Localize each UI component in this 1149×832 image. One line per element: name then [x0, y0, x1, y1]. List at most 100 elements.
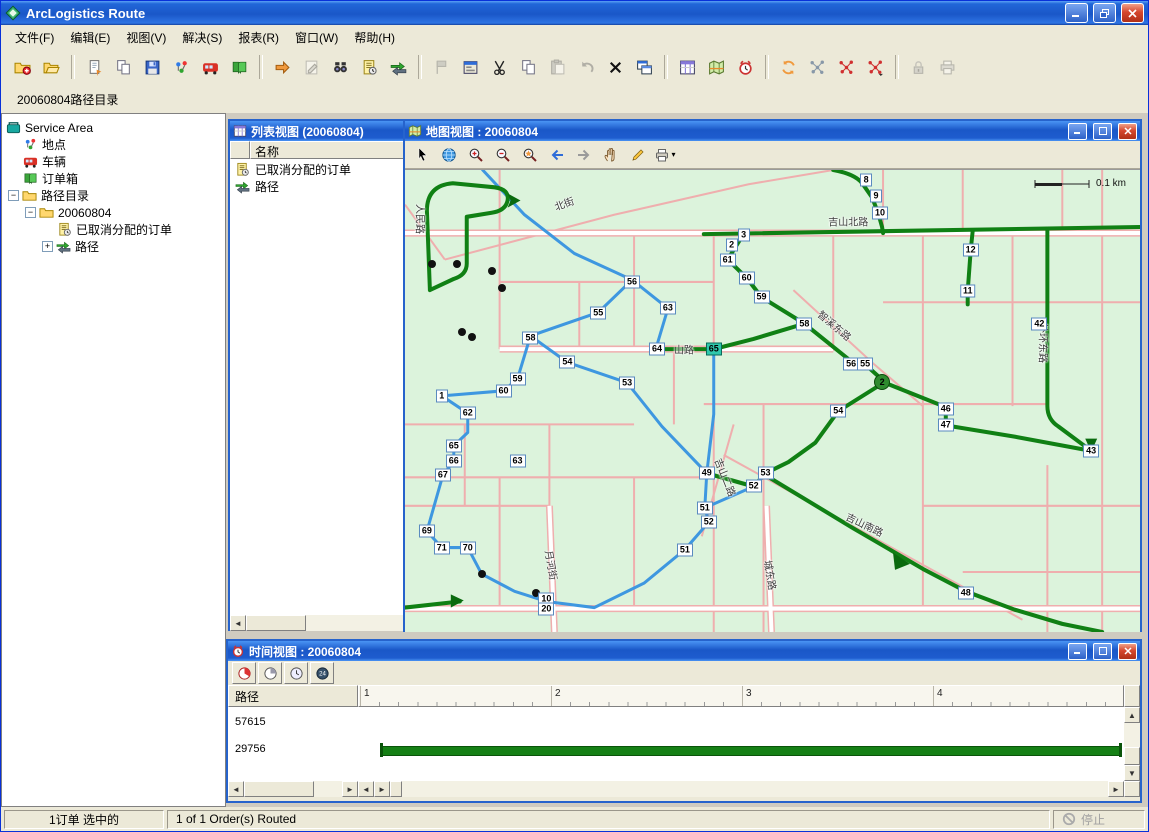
- map-stop-marker[interactable]: 69: [419, 525, 435, 538]
- map-stop-marker[interactable]: 65: [706, 343, 722, 356]
- map-stop-marker[interactable]: 10: [872, 206, 888, 219]
- tree-item[interactable]: Service Area: [2, 119, 225, 136]
- map-stop-marker[interactable]: 47: [938, 419, 954, 432]
- map-maximize-button[interactable]: [1093, 123, 1112, 140]
- unassigned-order-dot[interactable]: [488, 267, 496, 275]
- toolbar-find-button[interactable]: [327, 54, 354, 81]
- tree-expander-minus-icon[interactable]: −: [25, 207, 36, 218]
- map-stop-marker[interactable]: 1: [436, 389, 448, 402]
- map-close-button[interactable]: [1118, 123, 1137, 140]
- toolbar-new-item-button[interactable]: [81, 54, 108, 81]
- scroll-right-arrow-icon[interactable]: ►: [1108, 781, 1124, 797]
- map-prev-extent-button[interactable]: [544, 143, 570, 167]
- map-stop-marker[interactable]: 70: [460, 541, 476, 554]
- menu-item-view[interactable]: 视图(V): [118, 26, 174, 49]
- map-canvas[interactable]: 北街吉山北路外环东路智溪东路山路吉山二路吉山南路城东路月河街人民路8910236…: [405, 169, 1140, 632]
- map-stop-marker[interactable]: 3: [738, 229, 750, 242]
- toolbar-map-view-button[interactable]: [703, 54, 730, 81]
- list-header-name[interactable]: 名称: [250, 141, 405, 159]
- map-stop-marker[interactable]: 63: [660, 302, 676, 315]
- scroll-up-arrow-icon[interactable]: ▲: [1124, 707, 1140, 723]
- unassigned-order-dot[interactable]: [498, 284, 506, 292]
- map-stop-marker[interactable]: 51: [677, 543, 693, 556]
- time-row[interactable]: 57615: [228, 710, 1124, 737]
- pane-right-arrow-icon[interactable]: ►: [374, 781, 390, 797]
- map-stop-marker[interactable]: 54: [830, 405, 846, 418]
- menu-item-window[interactable]: 窗口(W): [287, 26, 346, 49]
- toolbar-new-window-button[interactable]: [631, 54, 658, 81]
- toolbar-routes-view-button[interactable]: [385, 54, 412, 81]
- map-stop-marker[interactable]: 8: [860, 174, 872, 187]
- unassigned-order-dot[interactable]: [428, 260, 436, 268]
- toolbar-unassigned-orders-view-button[interactable]: [356, 54, 383, 81]
- map-stop-marker[interactable]: 58: [522, 331, 538, 344]
- map-stop-marker[interactable]: 63: [510, 455, 526, 468]
- map-stop-marker[interactable]: 58: [796, 317, 812, 330]
- scroll-down-arrow-icon[interactable]: ▼: [1124, 765, 1140, 781]
- minimize-button[interactable]: [1065, 3, 1088, 23]
- map-select-pointer-button[interactable]: [409, 143, 435, 167]
- map-stop-marker[interactable]: 46: [938, 403, 954, 416]
- scroll-thumb[interactable]: [246, 615, 306, 631]
- toolbar-network-red-alt-button[interactable]: [862, 54, 889, 81]
- unassigned-order-dot[interactable]: [478, 570, 486, 578]
- map-stop-marker[interactable]: 62: [460, 407, 476, 420]
- tree-item[interactable]: −路径目录: [2, 187, 225, 204]
- toolbar-orders-button[interactable]: [226, 54, 253, 81]
- route-gantt-bar[interactable]: [381, 746, 1121, 756]
- map-stop-marker[interactable]: 71: [434, 541, 450, 554]
- map-stop-marker[interactable]: 11: [960, 285, 976, 298]
- tree-item[interactable]: 已取消分配的订单: [2, 221, 225, 238]
- menu-item-help[interactable]: 帮助(H): [346, 26, 403, 49]
- toolbar-open-folder-button[interactable]: [38, 54, 65, 81]
- toolbar-delete-button[interactable]: [602, 54, 629, 81]
- map-stop-marker[interactable]: 51: [697, 501, 713, 514]
- toolbar-cut-button[interactable]: [486, 54, 513, 81]
- map-minimize-button[interactable]: [1068, 123, 1087, 140]
- route-badge[interactable]: 2: [874, 374, 890, 390]
- time-maximize-button[interactable]: [1093, 643, 1112, 660]
- tree-item[interactable]: −20060804: [2, 204, 225, 221]
- map-stop-marker[interactable]: 66: [446, 455, 462, 468]
- map-stop-marker[interactable]: 49: [699, 467, 715, 480]
- time-clock-day-button[interactable]: [232, 662, 256, 684]
- scroll-left-arrow-icon[interactable]: ◄: [230, 615, 246, 631]
- scroll-right-arrow-icon[interactable]: ►: [342, 781, 358, 797]
- scroll-thumb[interactable]: [244, 781, 314, 797]
- map-stop-marker[interactable]: 59: [510, 372, 526, 385]
- map-stop-marker[interactable]: 55: [857, 358, 873, 371]
- tree-expander-plus-icon[interactable]: +: [42, 241, 53, 252]
- map-stop-marker[interactable]: 59: [754, 291, 770, 304]
- toolbar-locations-button[interactable]: [168, 54, 195, 81]
- toolbar-edit-item-button[interactable]: [298, 54, 325, 81]
- menu-item-file[interactable]: 文件(F): [7, 26, 62, 49]
- tree-item[interactable]: 车辆: [2, 153, 225, 170]
- time-hscrollbar[interactable]: ◄ ► ◄ ► ►: [228, 781, 1140, 797]
- map-zoom-out-button[interactable]: [490, 143, 516, 167]
- close-button[interactable]: [1121, 3, 1144, 23]
- dropdown-arrow-icon[interactable]: ▾: [671, 150, 675, 159]
- time-row[interactable]: 29756: [228, 737, 1124, 764]
- map-next-extent-button[interactable]: [571, 143, 597, 167]
- map-stop-marker[interactable]: 53: [619, 376, 635, 389]
- map-stop-marker[interactable]: 53: [758, 467, 774, 480]
- toolbar-solve-button[interactable]: [775, 54, 802, 81]
- menu-item-report[interactable]: 报表(R): [230, 26, 287, 49]
- tree-item[interactable]: 地点: [2, 136, 225, 153]
- time-minimize-button[interactable]: [1068, 643, 1087, 660]
- toolbar-paste-button[interactable]: [544, 54, 571, 81]
- toolbar-copy-item-button[interactable]: [110, 54, 137, 81]
- map-pan-hand-button[interactable]: [598, 143, 624, 167]
- map-stop-marker[interactable]: 56: [624, 275, 640, 288]
- unassigned-order-dot[interactable]: [453, 260, 461, 268]
- toolbar-undo-button[interactable]: [573, 54, 600, 81]
- pane-left-arrow-icon[interactable]: ◄: [358, 781, 374, 797]
- map-stop-marker[interactable]: 42: [1031, 317, 1047, 330]
- time-window-titlebar[interactable]: 时间视图 : 20060804: [228, 641, 1140, 661]
- map-stop-marker[interactable]: 65: [446, 439, 462, 452]
- restore-button[interactable]: [1093, 3, 1116, 23]
- toolbar-lock-button[interactable]: [905, 54, 932, 81]
- map-stop-marker[interactable]: 61: [720, 253, 736, 266]
- time-clock-24-button[interactable]: 24: [310, 662, 334, 684]
- map-stop-marker[interactable]: 48: [958, 587, 974, 600]
